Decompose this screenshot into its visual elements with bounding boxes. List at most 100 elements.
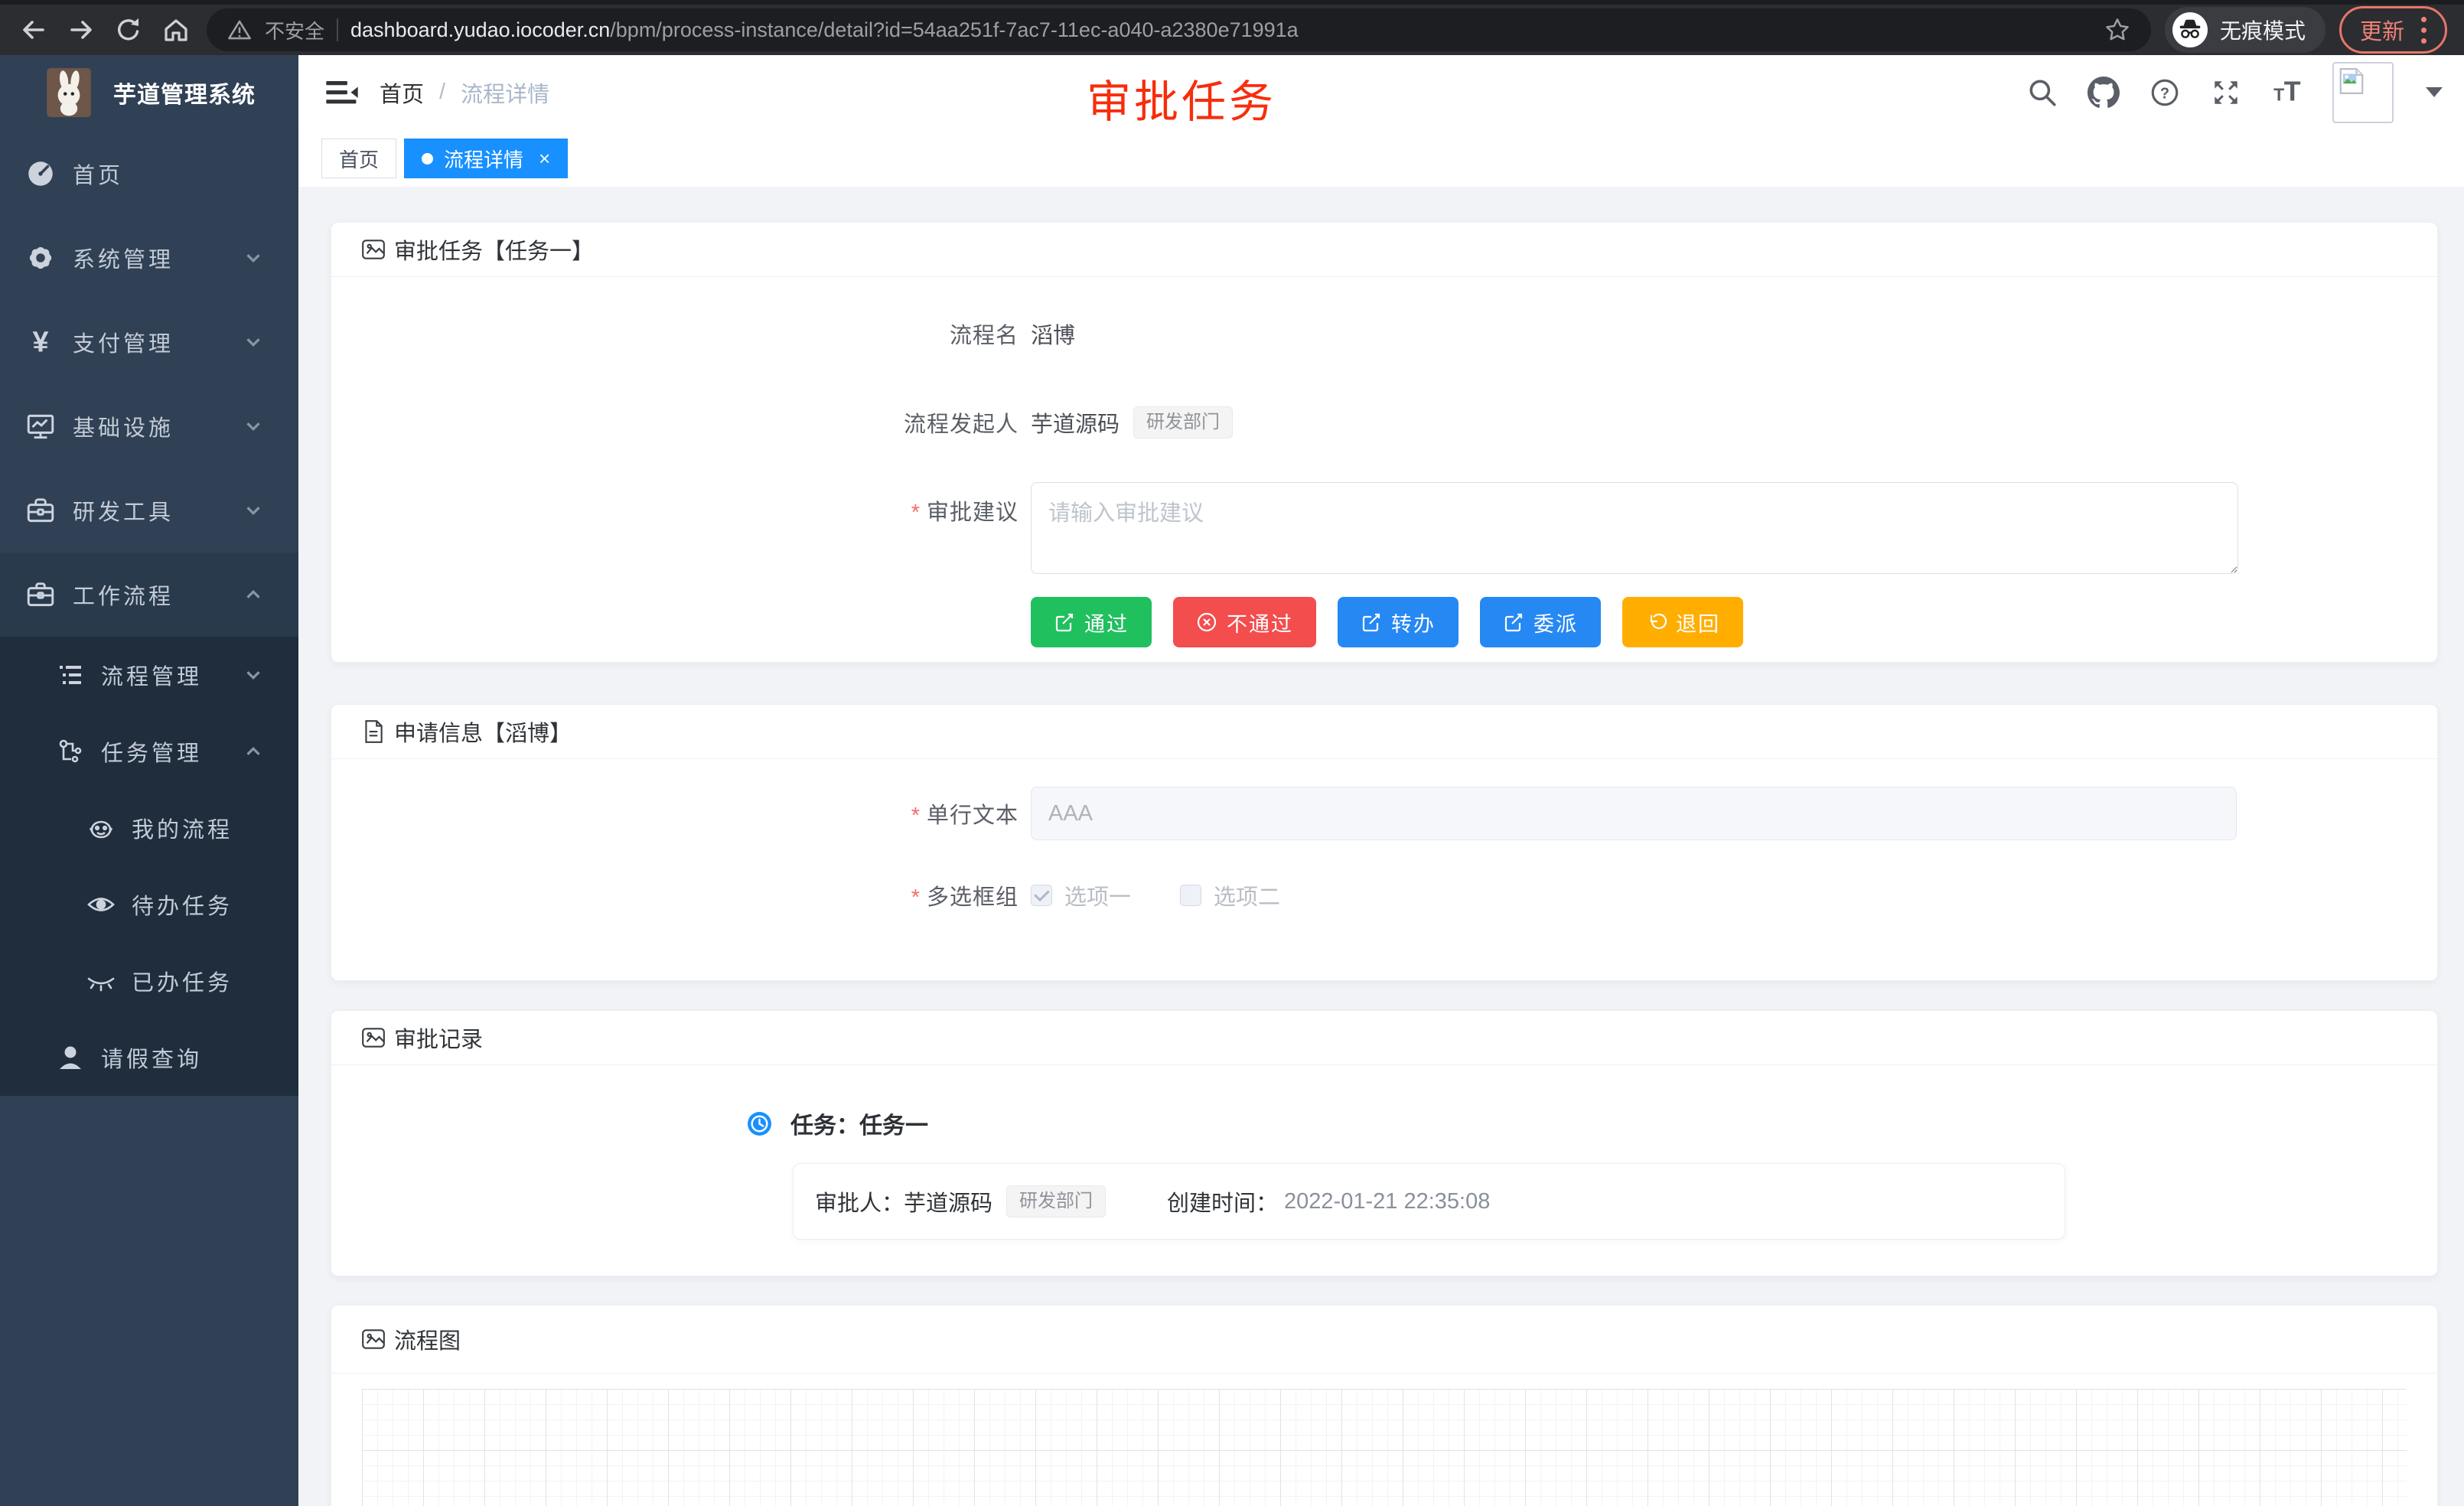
chevron-down-icon [242,663,265,686]
approval-task-card-header: 审批任务【任务一】 [331,223,2437,277]
process-diagram-card: 流程图 [331,1305,2438,1506]
sidebar-item-leave-query[interactable]: 请假查询 [0,1019,298,1096]
tabs-bar: 首页 流程详情 × [298,129,2464,187]
reject-button[interactable]: 不通过 [1173,597,1316,647]
document-icon [360,719,386,745]
chevron-down-icon [242,331,265,354]
help-icon[interactable]: ? [2149,77,2181,109]
sidebar-item-system[interactable]: 系统管理 [0,216,298,300]
process-name-row: 流程名 滔博 [331,305,2437,363]
update-button[interactable]: 更新 [2339,6,2447,54]
sidebar-item-process-mgmt[interactable]: 流程管理 [0,637,298,713]
breadcrumb-home[interactable]: 首页 [380,77,424,109]
list-tree-icon [55,660,86,690]
card-title: 流程图 [394,1323,461,1355]
dashboard-icon [24,158,57,190]
app-title: 芋道管理系统 [113,76,256,109]
toolbox-icon [24,494,57,526]
bookmark-star-icon[interactable] [2104,16,2131,44]
initiator-label: 流程发起人 [331,406,1019,438]
app-logo-row: 芋道管理系统 [0,55,298,130]
initiator-row: 流程发起人 芋道源码研发部门 [331,393,2437,451]
home-button[interactable] [159,13,193,47]
application-info-card: 申请信息【滔博】 *单行文本 *多选框组 选项一 选项二 [331,704,2438,981]
sidebar-item-my-process[interactable]: 我的流程 [0,790,298,866]
security-label: 不安全 [265,16,324,44]
suggest-textarea[interactable] [1031,482,2238,574]
sidebar-item-workflow[interactable]: 工作流程 [0,553,298,637]
single-text-row: *单行文本 [331,787,2437,840]
back-button[interactable] [17,13,51,47]
broken-image-icon [2337,67,2366,96]
picture-icon [360,236,386,262]
circle-close-icon [1196,611,1217,633]
url-bar[interactable]: 不安全 dashboard.yudao.iocoder.cn/bpm/proce… [207,8,2151,51]
checkbox-unchecked-icon [1180,885,1201,906]
assignee-value: 芋道源码 [904,1185,992,1218]
refresh-left-icon [1645,611,1667,633]
checkbox-group-label: *多选框组 [331,879,1019,911]
approval-record-card: 审批记录 任务：任务一 审批人： 芋道源码 研发部门 创建时间： 2022-01… [331,1010,2438,1276]
collapse-sidebar-button[interactable] [324,75,360,110]
chevron-up-icon [242,740,265,763]
checkbox-option-1: 选项一 [1031,879,1131,911]
process-name-value: 滔博 [1031,318,1075,350]
return-button[interactable]: 退回 [1622,597,1743,647]
browser-menu-icon[interactable] [2421,17,2427,44]
chevron-up-icon [242,583,265,606]
application-info-card-header: 申请信息【滔博】 [331,705,2437,759]
fullscreen-icon[interactable] [2210,77,2242,109]
sidebar-item-home[interactable]: 首页 [0,132,298,216]
briefcase-icon [24,579,57,611]
url-text: dashboard.yudao.iocoder.cn/bpm/process-i… [350,18,2091,42]
chevron-down-icon[interactable] [2426,87,2443,97]
transfer-button[interactable]: 转办 [1338,597,1459,647]
assignee-label: 审批人： [815,1185,904,1218]
approve-button[interactable]: 通过 [1031,597,1152,647]
search-icon[interactable] [2026,77,2058,109]
card-title: 审批记录 [394,1022,483,1054]
incognito-badge: 无痕模式 [2165,7,2325,53]
reload-button[interactable] [112,13,145,47]
card-title: 审批任务【任务一】 [394,233,594,266]
incognito-label: 无痕模式 [2220,15,2306,45]
close-tab-icon[interactable]: × [539,147,550,171]
suggest-row: *审批建议 [331,482,2437,574]
picture-icon [360,1025,386,1051]
edit-icon [1054,611,1075,633]
timeline-task-row: 任务：任务一 [747,1107,2437,1140]
org-tree-icon [55,736,86,767]
picture-icon [360,1326,386,1352]
update-label: 更新 [2360,14,2404,46]
single-text-input [1031,787,2237,840]
main-content: 审批任务【任务一】 流程名 滔博 流程发起人 芋道源码研发部门 *审批建议 通过 [298,187,2464,1506]
created-time-value: 2022-01-21 22:35:08 [1284,1189,1490,1214]
delegate-button[interactable]: 委派 [1480,597,1601,647]
task-title: 任务：任务一 [790,1107,928,1140]
sidebar-item-task-mgmt[interactable]: 任务管理 [0,713,298,790]
sidebar-item-done-tasks[interactable]: 已办任务 [0,943,298,1019]
gear-icon [24,242,57,274]
approval-task-card: 审批任务【任务一】 流程名 滔博 流程发起人 芋道源码研发部门 *审批建议 通过 [331,222,2438,663]
forward-button[interactable] [64,13,98,47]
approval-buttons: 通过 不通过 转办 委派 退回 [1031,597,2437,647]
bpmn-canvas[interactable] [362,1389,2407,1506]
github-icon[interactable] [2088,77,2120,109]
checkbox-group-row: *多选框组 选项一 选项二 [331,874,2437,917]
font-size-icon[interactable]: TT [2271,77,2303,109]
workflow-submenu: 流程管理 任务管理 我的流程 待办任务 [0,637,298,1096]
sidebar-item-devtools[interactable]: 研发工具 [0,468,298,553]
tab-home[interactable]: 首页 [321,139,396,178]
avatar[interactable] [2332,62,2394,123]
sidebar-item-todo-tasks[interactable]: 待办任务 [0,866,298,943]
sidebar-item-infra[interactable]: 基础设施 [0,384,298,468]
robot-icon [86,813,116,843]
single-text-label: *单行文本 [331,797,1019,830]
breadcrumb-current: 流程详情 [461,77,549,109]
tab-process-detail[interactable]: 流程详情 × [404,139,568,178]
active-tab-dot [422,153,433,165]
edit-icon [1361,611,1382,633]
sidebar-item-payment[interactable]: ¥ 支付管理 [0,300,298,384]
edit-icon [1503,611,1524,633]
monitor-icon [24,410,57,442]
